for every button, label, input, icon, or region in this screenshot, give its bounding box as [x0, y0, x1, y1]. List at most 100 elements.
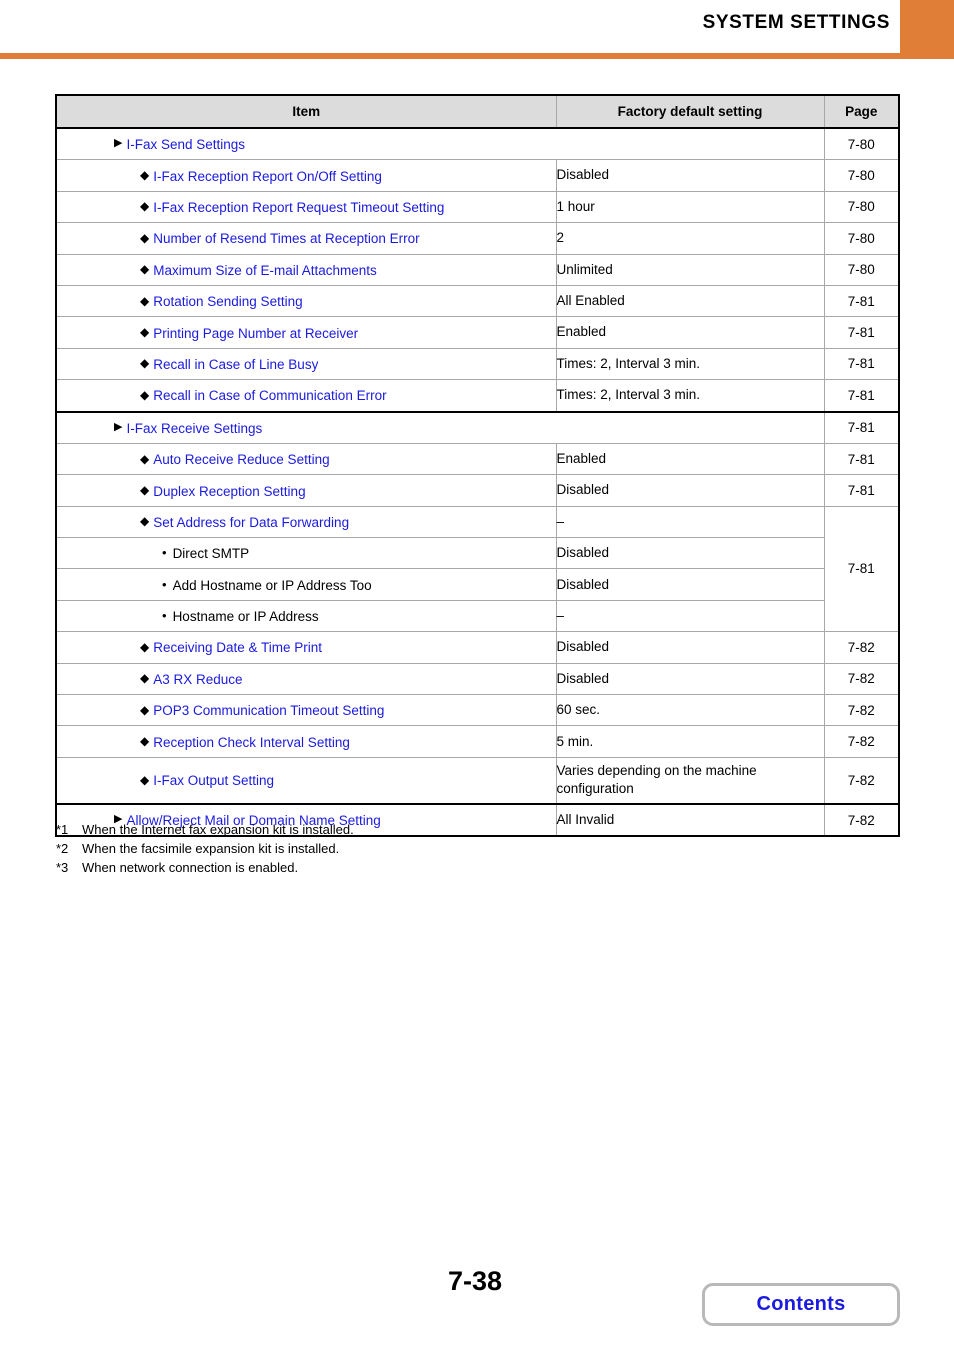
setting-link[interactable]: A3 RX Reduce	[153, 672, 242, 687]
setting-link[interactable]: Auto Receive Reduce Setting	[153, 452, 329, 467]
diamond-marker-icon: ◆	[140, 325, 150, 339]
setting-link[interactable]: Printing Page Number at Receiver	[153, 326, 358, 341]
table-cell-item: ◆ Auto Receive Reduce Setting	[55, 442, 557, 476]
diamond-marker-icon: ◆	[140, 387, 150, 402]
table-cell-page-link[interactable]: 7-81	[823, 379, 900, 413]
table-cell-page-link[interactable]: 7-81	[823, 505, 900, 633]
table-cell-value: Disabled	[555, 568, 825, 601]
setting-link[interactable]: I-Fax Receive Settings	[126, 421, 262, 436]
setting-link[interactable]: I-Fax Send Settings	[126, 137, 245, 152]
diamond-marker-icon: ◆	[140, 702, 150, 717]
setting-link[interactable]: Maximum Size of E-mail Attachments	[153, 263, 377, 278]
table-cell-value: 1 hour	[555, 190, 825, 224]
diamond-marker-icon: ◆	[140, 356, 150, 371]
footnote-marker: *2	[56, 841, 69, 856]
setting-link[interactable]: Set Address for Data Forwarding	[153, 515, 349, 530]
table-cell-page-link[interactable]: 7-81	[823, 316, 900, 349]
table-row: ◆ Maximum Size of E-mail Attachments Unlim…	[55, 253, 900, 286]
triangle-marker-icon: ▶	[114, 420, 123, 433]
header-accent-rule	[0, 53, 954, 59]
table-cell-page-link[interactable]: 7-82	[823, 756, 900, 805]
table-cell-item: ◆ I-Fax Reception Report On/Off Setting	[55, 159, 557, 192]
table-cell-page-link[interactable]: 7-81	[823, 474, 900, 507]
table-cell-item: • Direct SMTP	[55, 537, 557, 570]
table-body: ▶ I-Fax Send Settings 7-80 ◆ I-Fax Reception…	[55, 127, 900, 838]
table-cell-value: Times: 2, Interval 3 min.	[555, 347, 825, 381]
table-cell-item: ◆ Number of Resend Times at Reception Err…	[55, 222, 557, 255]
table-cell-item: ▶ I-Fax Receive Settings	[55, 410, 825, 444]
footnote-text: When network connection is enabled.	[82, 860, 299, 875]
setting-link[interactable]: Number of Resend Times at Reception Erro…	[153, 231, 419, 246]
table-cell-page-link[interactable]: 7-82	[823, 662, 900, 696]
table-cell-value: All Enabled	[555, 284, 825, 318]
settings-table-container: Item Factory default setting Page ▶ I-Fax…	[55, 94, 900, 838]
footnote-marker: *1	[56, 822, 69, 837]
bullet-marker-icon: •	[162, 608, 167, 624]
setting-label: Direct SMTP	[172, 546, 250, 562]
column-header-item: Item	[55, 94, 557, 129]
table-cell-page-link[interactable]: 7-80	[823, 159, 900, 192]
setting-link[interactable]: Receiving Date & Time Print	[153, 640, 322, 655]
setting-link[interactable]: I-Fax Reception Report On/Off Setting	[153, 169, 382, 184]
table-cell-value: Unlimited	[555, 253, 825, 286]
table-cell-page-link[interactable]: 7-82	[823, 725, 900, 758]
table-row: ◆ POP3 Communication Timeout Setting 60 se…	[55, 694, 900, 727]
table-cell-page-link[interactable]: 7-80	[823, 127, 900, 161]
table-row: ▶ I-Fax Send Settings 7-80	[55, 127, 900, 161]
setting-link[interactable]: Recall in Case of Communication Error	[153, 388, 386, 403]
footnote-text: When the Internet fax expansion kit is i…	[82, 822, 354, 837]
table-cell-value: –	[555, 505, 825, 539]
table-cell-page-link[interactable]: 7-81	[823, 284, 900, 318]
diamond-marker-icon: ◆	[140, 230, 150, 245]
header-accent-block	[900, 0, 954, 53]
table-row: ◆ Duplex Reception Setting Disabled 7-81	[55, 474, 900, 507]
table-cell-value: 5 min.	[555, 725, 825, 758]
diamond-marker-icon: ◆	[140, 451, 150, 466]
table-cell-value: All Invalid	[555, 802, 825, 838]
setting-link[interactable]: POP3 Communication Timeout Setting	[153, 703, 384, 718]
setting-link[interactable]: Reception Check Interval Setting	[153, 735, 350, 750]
table-cell-page-link[interactable]: 7-81	[823, 347, 900, 381]
table-cell-item: ◆ POP3 Communication Timeout Setting	[55, 694, 557, 727]
table-cell-page-link[interactable]: 7-82	[823, 694, 900, 727]
table-header: Item Factory default setting Page	[55, 94, 900, 129]
table-cell-item: ◆ Set Address for Data Forwarding	[55, 505, 557, 539]
table-cell-page-link[interactable]: 7-81	[823, 410, 900, 444]
diamond-marker-icon: ◆	[140, 262, 150, 277]
table-cell-page-link[interactable]: 7-82	[823, 802, 900, 838]
table-cell-value: Disabled	[555, 537, 825, 570]
table-cell-page-link[interactable]: 7-80	[823, 253, 900, 286]
page-number: 7-38	[448, 1266, 503, 1296]
diamond-marker-icon: ◆	[140, 772, 150, 787]
setting-link[interactable]: Recall in Case of Line Busy	[153, 357, 318, 372]
table-cell-item: • Hostname or IP Address	[55, 599, 557, 633]
table-row: ◆ I-Fax Reception Report On/Off Setting Di…	[55, 159, 900, 192]
table-cell-item: ◆ Recall in Case of Communication Error	[55, 379, 557, 413]
table-cell-value: –	[555, 599, 825, 633]
table-cell-page-link[interactable]: 7-81	[823, 442, 900, 476]
table-cell-page-link[interactable]: 7-82	[823, 631, 900, 664]
table-cell-value: Disabled	[555, 474, 825, 507]
table-cell-value: Disabled	[555, 159, 825, 192]
table-cell-item: ◆ Maximum Size of E-mail Attachments	[55, 253, 557, 286]
diamond-marker-icon: ◆	[140, 671, 150, 686]
bullet-marker-icon: •	[162, 545, 167, 561]
table-row: ◆ Recall in Case of Line Busy Times: 2, In…	[55, 347, 900, 381]
table-cell-item: ◆ I-Fax Reception Report Request Timeout …	[55, 190, 557, 224]
table-cell-page-link[interactable]: 7-80	[823, 190, 900, 224]
contents-button[interactable]: Contents	[702, 1283, 900, 1326]
table-cell-page-link[interactable]: 7-80	[823, 222, 900, 255]
table-cell-item: • Add Hostname or IP Address Too	[55, 568, 557, 601]
footnote-marker: *3	[56, 860, 69, 875]
diamond-marker-icon: ◆	[140, 514, 150, 529]
setting-link[interactable]: I-Fax Output Setting	[153, 773, 274, 788]
table-row: ▶ I-Fax Receive Settings 7-81	[55, 410, 900, 444]
bullet-marker-icon: •	[162, 576, 167, 592]
column-header-factory-default: Factory default setting	[555, 94, 825, 129]
setting-link[interactable]: I-Fax Reception Report Request Timeout S…	[153, 200, 444, 215]
setting-link[interactable]: Rotation Sending Setting	[153, 294, 302, 309]
table-row: ◆ Printing Page Number at Receiver Enabled…	[55, 316, 900, 349]
table-cell-value: 2	[555, 222, 825, 255]
setting-link[interactable]: Duplex Reception Setting	[153, 483, 305, 498]
setting-label: Hostname or IP Address	[172, 609, 319, 625]
